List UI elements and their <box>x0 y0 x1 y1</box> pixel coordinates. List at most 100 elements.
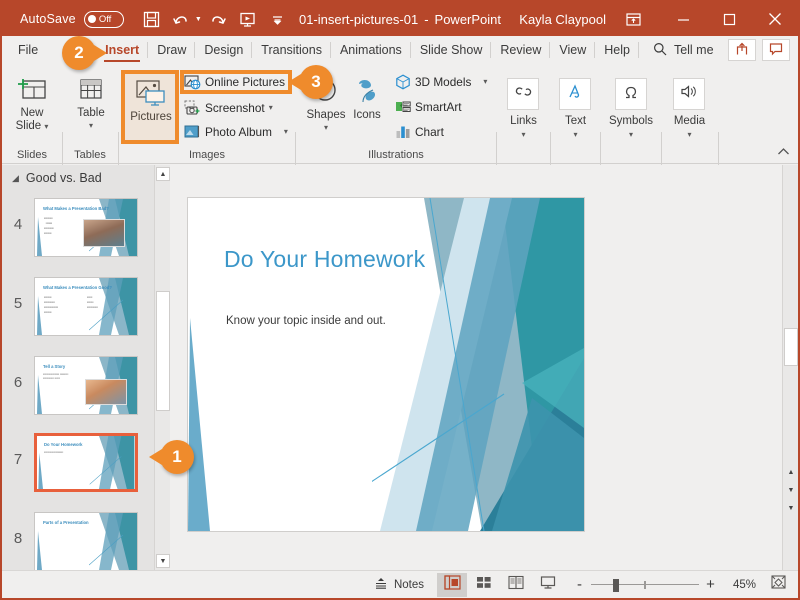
shapes-dropdown-icon[interactable]: ▾ <box>324 124 328 132</box>
slide-body-text[interactable]: Know your topic inside and out. <box>226 315 386 327</box>
maximize-button[interactable] <box>706 2 752 36</box>
thumbnail-title-7: Do Your Homework <box>44 442 83 447</box>
table-dropdown-icon[interactable]: ▾ <box>89 122 93 130</box>
reading-view-button[interactable] <box>501 573 531 597</box>
tell-me-box[interactable]: Tell me <box>639 42 714 59</box>
slide-title[interactable]: Do Your Homework <box>224 246 425 273</box>
links-label: Links <box>510 115 537 127</box>
autosave-toggle[interactable]: Off <box>83 10 124 28</box>
media-label-wrap[interactable]: Media ▾ <box>662 112 717 139</box>
text-button[interactable] <box>559 78 591 110</box>
tab-slide-show[interactable]: Slide Show <box>411 36 492 64</box>
ribbon-display-options-icon[interactable] <box>620 8 646 30</box>
text-dropdown-icon[interactable]: ▾ <box>573 131 577 139</box>
zoom-slider-midpoint <box>644 580 646 589</box>
tab-help[interactable]: Help <box>595 36 639 64</box>
chart-button[interactable]: Chart <box>394 123 444 140</box>
media-button[interactable] <box>673 78 705 110</box>
section-header[interactable]: ◢ Good vs. Bad <box>2 165 170 191</box>
callout-3: 3 <box>288 65 333 99</box>
normal-view-button[interactable] <box>437 572 467 597</box>
share-button[interactable] <box>728 39 756 61</box>
thumbnail-preview-4[interactable]: What Makes a Presentation Bad? ▪▪▪▪▪▪▪▪ … <box>34 198 138 257</box>
3d-models-button[interactable]: 3D Models ▾ <box>394 73 487 90</box>
zoom-slider-handle[interactable] <box>613 578 619 592</box>
thumbnail-scrollbar[interactable]: ▲ ▼ <box>154 165 170 570</box>
tab-transitions[interactable]: Transitions <box>252 36 331 64</box>
slide-vertical-scrollbar[interactable]: ▲ ▼ ▼ <box>782 165 798 570</box>
next-slide-double-icon[interactable]: ▼ <box>784 501 798 515</box>
save-icon[interactable] <box>138 6 166 32</box>
undo-icon[interactable] <box>168 6 196 32</box>
zoom-in-button[interactable]: + <box>705 577 716 592</box>
screenshot-dropdown-icon[interactable]: ▾ <box>269 103 273 112</box>
vertical-scrollbar-thumb[interactable] <box>784 328 798 366</box>
close-button[interactable] <box>752 2 798 36</box>
tab-review[interactable]: Review <box>491 36 551 64</box>
links-button[interactable] <box>507 78 539 110</box>
next-slide-icon[interactable]: ▼ <box>784 483 798 497</box>
zoom-slider[interactable] <box>591 578 699 592</box>
scroll-up-icon[interactable]: ▲ <box>156 167 170 181</box>
zoom-level-label[interactable]: 45% <box>722 579 756 591</box>
thumbnail-item-5[interactable]: 5 What Makes a Presentation Good? ▪▪▪▪▪▪… <box>2 277 154 336</box>
share-icon <box>735 42 749 59</box>
tab-file[interactable]: File <box>2 36 52 64</box>
tab-view[interactable]: View <box>550 36 596 64</box>
start-from-beginning-icon[interactable] <box>234 6 262 32</box>
slide-deco <box>89 513 137 570</box>
user-account-name[interactable]: Kayla Claypool <box>519 2 606 36</box>
smartart-button[interactable]: SmartArt <box>394 98 462 115</box>
media-dropdown-icon[interactable]: ▾ <box>687 131 691 139</box>
screenshot-button[interactable]: Screenshot ▾ <box>184 99 273 116</box>
autosave-state: Off <box>98 13 112 25</box>
table-button[interactable]: Table ▾ <box>63 70 119 130</box>
tab-draw[interactable]: Draw <box>148 36 196 64</box>
text-label-wrap[interactable]: Text ▾ <box>551 112 600 139</box>
thumbnail-item-7[interactable]: 7 Do Your Homework ▪▪▪▪▪▪▪▪▪▪▪▪▪▪▪▪▪▪ <box>2 433 154 492</box>
omega-icon <box>622 83 640 106</box>
thumbnail-preview-8[interactable]: Parts of a Presentation <box>34 512 138 570</box>
collapse-ribbon-button[interactable] <box>777 147 790 159</box>
section-collapse-icon[interactable]: ◢ <box>12 173 19 184</box>
photo-album-button[interactable]: Photo Album ▾ <box>184 123 288 140</box>
thumbnail-preview-5[interactable]: What Makes a Presentation Good? ▪▪▪▪▪▪▪ ▪… <box>34 277 138 336</box>
tab-animations[interactable]: Animations <box>331 36 411 64</box>
customize-quick-access-toolbar-icon[interactable] <box>264 6 292 32</box>
thumbnail-preview-7[interactable]: Do Your Homework ▪▪▪▪▪▪▪▪▪▪▪▪▪▪▪▪▪▪ <box>34 433 138 492</box>
scroll-down-icon[interactable]: ▼ <box>156 554 170 568</box>
slide-sorter-button[interactable] <box>469 573 499 597</box>
notes-button[interactable]: Notes <box>362 573 436 597</box>
thumbnail-preview-6[interactable]: Tell a Story ▪▪▪▪▪▪▪▪▪▪▪▪▪▪▪ ▪▪▪▪▪▪▪▪ ▪▪▪… <box>34 356 138 415</box>
thumbnail-scrollbar-thumb[interactable] <box>156 291 170 411</box>
callout-2-tail <box>94 45 107 61</box>
photo-album-dropdown-icon[interactable]: ▾ <box>284 127 288 136</box>
thumbnail-item-6[interactable]: 6 Tell a Story ▪▪▪▪▪▪▪▪▪▪▪▪▪▪▪ ▪▪▪▪▪▪▪▪ ▪… <box>2 356 154 415</box>
minimize-button[interactable] <box>660 2 706 36</box>
symbols-dropdown-icon[interactable]: ▾ <box>629 131 633 139</box>
current-slide[interactable]: Do Your Homework Know your topic inside … <box>187 197 585 532</box>
app-name: PowerPoint <box>434 11 502 27</box>
thumbnail-item-8[interactable]: 8 Parts of a Presentation <box>2 512 154 570</box>
tab-design[interactable]: Design <box>195 36 253 64</box>
photo-album-label: Photo Album <box>205 124 272 139</box>
comments-button[interactable] <box>762 39 790 61</box>
zoom-out-button[interactable]: - <box>574 577 585 592</box>
previous-slide-icon[interactable]: ▲ <box>784 465 798 479</box>
symbols-button[interactable] <box>615 78 647 110</box>
redo-icon[interactable] <box>204 6 232 32</box>
zoom-control[interactable]: - + 45% <box>574 577 756 592</box>
links-dropdown-icon[interactable]: ▾ <box>521 131 525 139</box>
fit-slide-to-window-button[interactable] <box>764 573 792 597</box>
slide-edit-area: Do Your Homework Know your topic inside … <box>171 165 798 570</box>
new-slide-button[interactable]: New Slide ▾ <box>4 70 60 133</box>
slide-thumbnail-pane[interactable]: ◢ Good vs. Bad 4 What Makes a Presentati… <box>2 165 170 570</box>
icons-button[interactable]: Icons <box>343 72 391 122</box>
3d-models-dropdown-icon[interactable]: ▾ <box>483 77 487 86</box>
slide-show-button[interactable] <box>533 573 563 597</box>
undo-dropdown-icon[interactable]: ▼ <box>195 16 202 23</box>
links-label-wrap[interactable]: Links ▾ <box>497 112 550 139</box>
thumbnail-item-4[interactable]: 4 What Makes a Presentation Bad? ▪▪▪▪▪▪▪… <box>2 198 154 257</box>
symbols-label-wrap[interactable]: Symbols ▾ <box>601 112 661 139</box>
3d-models-label: 3D Models <box>415 74 472 89</box>
